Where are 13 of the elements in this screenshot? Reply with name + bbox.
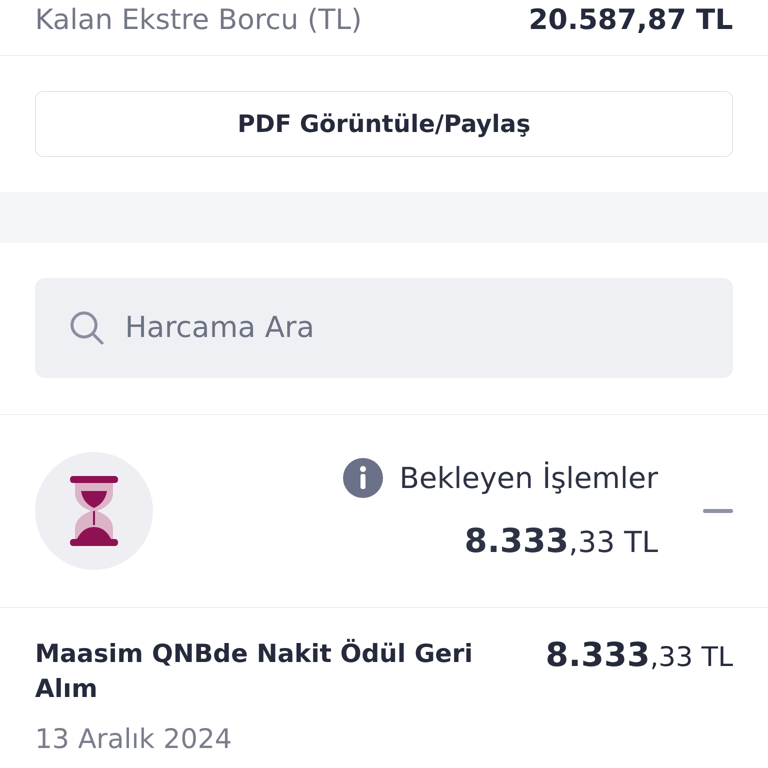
search-icon — [69, 310, 105, 346]
transaction-date: 13 Aralık 2024 — [35, 723, 233, 757]
pending-title: Bekleyen İşlemler — [399, 460, 658, 496]
pending-amount: 8.333,33 TL — [464, 520, 658, 562]
hourglass-icon — [69, 475, 119, 547]
search-field[interactable]: Harcama Ara — [35, 278, 733, 378]
info-icon[interactable] — [343, 458, 384, 498]
summary-label: Kalan Ekstre Borcu (TL) — [35, 6, 362, 34]
transaction-description: Maasim QNBde Nakit Ödül Geri Alım — [35, 638, 474, 705]
transaction-amount: 8.333,33 TL — [546, 634, 733, 676]
summary-value: 20.587,87 TL — [528, 6, 733, 34]
pdf-share-button[interactable]: PDF Görüntüle/Paylaş — [35, 91, 733, 157]
search-input[interactable]: Harcama Ara — [123, 305, 623, 351]
